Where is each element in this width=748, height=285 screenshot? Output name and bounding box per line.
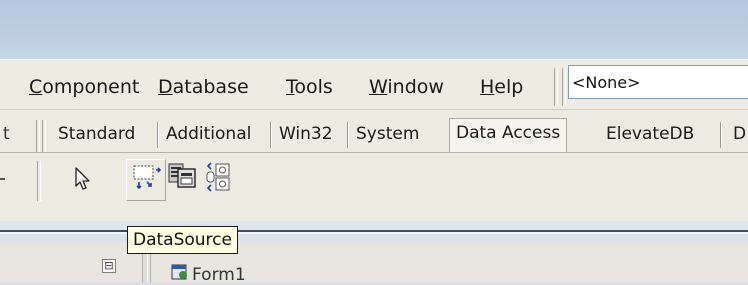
- splitter-bar[interactable]: [0, 221, 748, 243]
- form-icon: [171, 264, 187, 280]
- palette-components: [0, 152, 748, 219]
- collapsed-combo-edge: [0, 161, 5, 197]
- clientdataset-icon: [168, 163, 196, 188]
- component-palette: t Standard Additional Win32 System Data …: [0, 109, 748, 222]
- tab-win32[interactable]: Win32: [273, 124, 339, 144]
- tab-divider: [157, 122, 159, 148]
- toolbar-separator: [554, 68, 558, 106]
- tab-system[interactable]: System: [350, 124, 425, 144]
- datasetprovider-button[interactable]: [202, 159, 240, 199]
- tab-additional[interactable]: Additional: [160, 124, 257, 144]
- datasource-icon: [133, 165, 162, 190]
- tab-divider: [270, 122, 272, 148]
- tab-divider: [720, 122, 722, 148]
- menu-component[interactable]: Component: [29, 76, 139, 98]
- tab-partial-right[interactable]: D: [727, 124, 748, 144]
- menu-bar: Component Database Tools Window Help <No…: [0, 59, 748, 110]
- menu-help[interactable]: Help: [480, 76, 523, 98]
- toolbar-separator: [562, 68, 566, 106]
- structure-left-pane: [0, 243, 142, 282]
- tab-partial-left[interactable]: t: [3, 124, 10, 144]
- toolbar-gripper[interactable]: [42, 120, 46, 152]
- datasetprovider-icon: [206, 162, 230, 192]
- tab-divider: [347, 122, 349, 148]
- menu-database[interactable]: Database: [158, 76, 249, 98]
- component-tooltip: DataSource: [127, 226, 238, 254]
- tab-standard[interactable]: Standard: [52, 124, 141, 144]
- pointer-button[interactable]: [64, 159, 102, 199]
- palette-tabs: t Standard Additional Win32 System Data …: [0, 118, 748, 152]
- tree-expander[interactable]: ⊟: [102, 259, 116, 273]
- clientdataset-button[interactable]: [164, 159, 202, 199]
- menu-tools[interactable]: Tools: [286, 76, 333, 98]
- datasource-button[interactable]: [126, 159, 166, 201]
- tab-data-access[interactable]: Data Access: [449, 118, 568, 152]
- pointer-arrow-icon: [75, 167, 90, 190]
- tree-node-form1[interactable]: Form1: [192, 265, 246, 285]
- title-bar: [0, 0, 748, 59]
- tab-elevatedb[interactable]: ElevateDB: [600, 124, 700, 144]
- structure-pane: ⊟ Form1: [0, 243, 748, 285]
- menu-window[interactable]: Window: [369, 76, 444, 98]
- toolbar-gripper[interactable]: [36, 120, 40, 152]
- desktop-layout-combo[interactable]: <None>: [568, 65, 748, 99]
- toolbar-gripper[interactable]: [37, 161, 41, 201]
